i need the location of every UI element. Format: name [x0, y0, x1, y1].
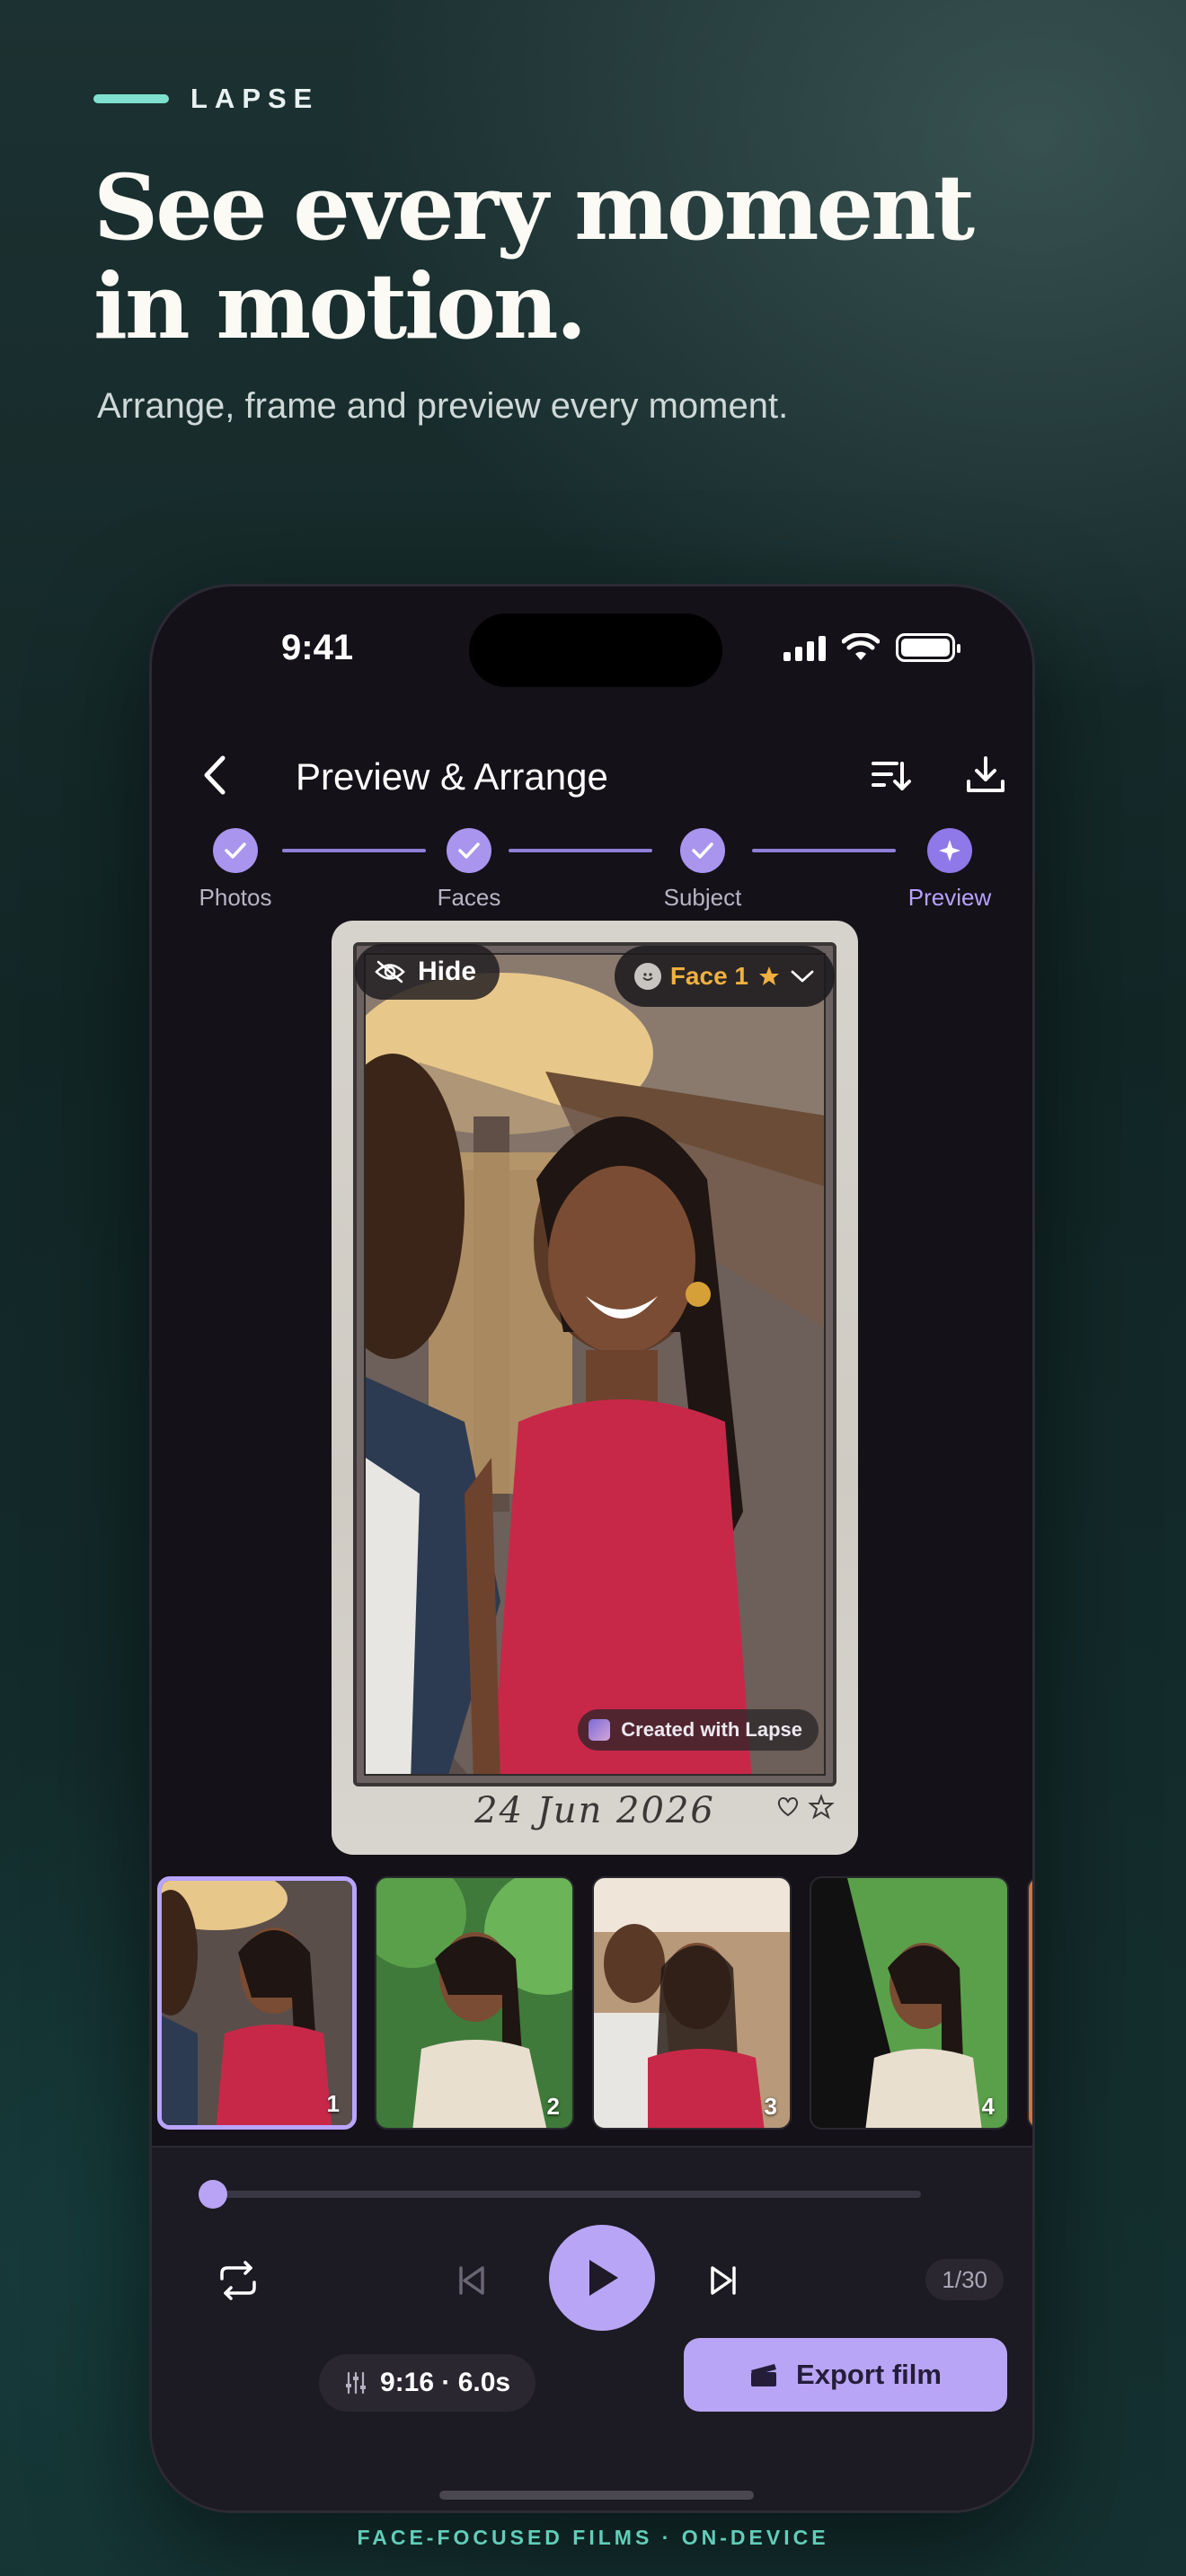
- eye-off-icon: [375, 960, 405, 984]
- card-doodles: [775, 1794, 835, 1821]
- thumbnail[interactable]: [1027, 1876, 1032, 2130]
- step-preview[interactable]: Preview: [887, 824, 1013, 912]
- frame-counter: 1/30: [925, 2259, 1004, 2300]
- chevron-down-icon: [791, 970, 814, 983]
- thumbnail[interactable]: 1: [157, 1876, 357, 2130]
- step-label: Faces: [437, 884, 501, 911]
- step-photos[interactable]: Photos: [173, 824, 298, 912]
- lapse-logo-icon: [589, 1719, 611, 1741]
- thumbnail[interactable]: 2: [375, 1876, 574, 2130]
- loop-button[interactable]: [208, 2254, 269, 2307]
- page-title: Preview & Arrange: [296, 755, 608, 798]
- previous-button[interactable]: [445, 2254, 499, 2307]
- preview-photo: [364, 953, 826, 1776]
- timeline-track[interactable]: [213, 2191, 921, 2198]
- sliders-icon: [346, 2371, 366, 2395]
- export-film-button[interactable]: Export film: [684, 2338, 1007, 2412]
- watermark-badge: Created with Lapse: [578, 1709, 819, 1751]
- export-label: Export film: [796, 2359, 942, 2390]
- sort-button[interactable]: [863, 748, 917, 802]
- back-button[interactable]: [188, 748, 242, 802]
- repeat-icon: [220, 2261, 256, 2300]
- skip-forward-icon: [711, 2266, 736, 2295]
- preview-card: Hide Face 1 Created with Lapse 24 Jun 20…: [332, 921, 858, 1855]
- hide-label: Hide: [418, 957, 477, 986]
- brand-name: LAPSE: [190, 83, 320, 114]
- face-label: Face 1: [669, 962, 748, 990]
- hide-button[interactable]: Hide: [355, 944, 500, 1000]
- check-icon: [447, 828, 491, 873]
- thumbnail[interactable]: 4: [810, 1876, 1009, 2130]
- clapperboard-icon: [751, 2364, 777, 2386]
- footer-tagline: FACE-FOCUSED FILMS · ON-DEVICE: [357, 2526, 829, 2549]
- sparkle-icon: [927, 828, 972, 873]
- hero-headline-line-1: See every moment: [93, 154, 975, 260]
- play-icon: [589, 2260, 618, 2296]
- download-icon: [967, 756, 1005, 792]
- next-button[interactable]: [696, 2254, 750, 2307]
- phone-mockup: 9:41 Preview & Arrange Photos Faces Subj…: [149, 584, 1035, 2513]
- face-selector[interactable]: Face 1: [614, 946, 835, 1007]
- watermark-text: Created with Lapse: [621, 1718, 802, 1741]
- step-label: Subject: [663, 884, 742, 911]
- thumbnail-strip[interactable]: 1 2 3 4: [152, 1871, 1032, 2131]
- check-icon: [213, 828, 258, 873]
- chevron-left-icon: [204, 755, 226, 795]
- face-icon: [633, 963, 661, 990]
- thumbnail-number: 2: [546, 2093, 560, 2120]
- check-icon: [680, 828, 725, 873]
- step-connector: [752, 849, 896, 852]
- thumbnail[interactable]: 3: [592, 1876, 792, 2130]
- download-button[interactable]: [959, 748, 1013, 802]
- wifi-icon: [842, 633, 880, 660]
- format-settings-button[interactable]: 9:16 · 6.0s: [319, 2354, 536, 2412]
- nav-bar: Preview & Arrange: [152, 730, 1032, 820]
- hero-headline-line-2: in motion.: [93, 253, 587, 359]
- step-label: Preview: [907, 884, 992, 911]
- player-controls: 1/30 9:16 · 6.0s Export film: [152, 2146, 1032, 2510]
- hero-headline: See every moment in motion.: [93, 154, 975, 359]
- timeline-scrubber[interactable]: [199, 2180, 227, 2209]
- battery-icon: [896, 633, 960, 662]
- skip-back-icon: [459, 2266, 484, 2295]
- step-subject[interactable]: Subject: [640, 824, 766, 912]
- thumbnail-number: 1: [326, 2090, 340, 2117]
- format-label: 9:16 · 6.0s: [380, 2368, 511, 2397]
- thumbnail-number: 3: [764, 2093, 777, 2120]
- progress-stepper: Photos Faces Subject Preview: [152, 824, 1032, 913]
- sort-icon: [872, 762, 911, 790]
- brand-accent-bar: [93, 94, 169, 103]
- status-time: 9:41: [281, 628, 354, 667]
- home-indicator: [439, 2491, 754, 2500]
- hero-subline: Arrange, frame and preview every moment.: [97, 386, 789, 426]
- step-connector: [282, 849, 426, 852]
- play-button[interactable]: [549, 2225, 655, 2331]
- status-icons: [783, 633, 960, 662]
- heart-icon: [777, 1797, 799, 1817]
- brand: LAPSE: [93, 83, 319, 115]
- star-outline-icon: [808, 1794, 835, 1820]
- cellular-signal-icon: [783, 634, 826, 661]
- dynamic-island: [469, 613, 722, 687]
- preview-photo-frame: [353, 942, 836, 1786]
- thumbnail-number: 4: [981, 2093, 995, 2120]
- star-icon: [759, 966, 779, 985]
- step-faces[interactable]: Faces: [406, 824, 532, 912]
- step-label: Photos: [199, 884, 272, 911]
